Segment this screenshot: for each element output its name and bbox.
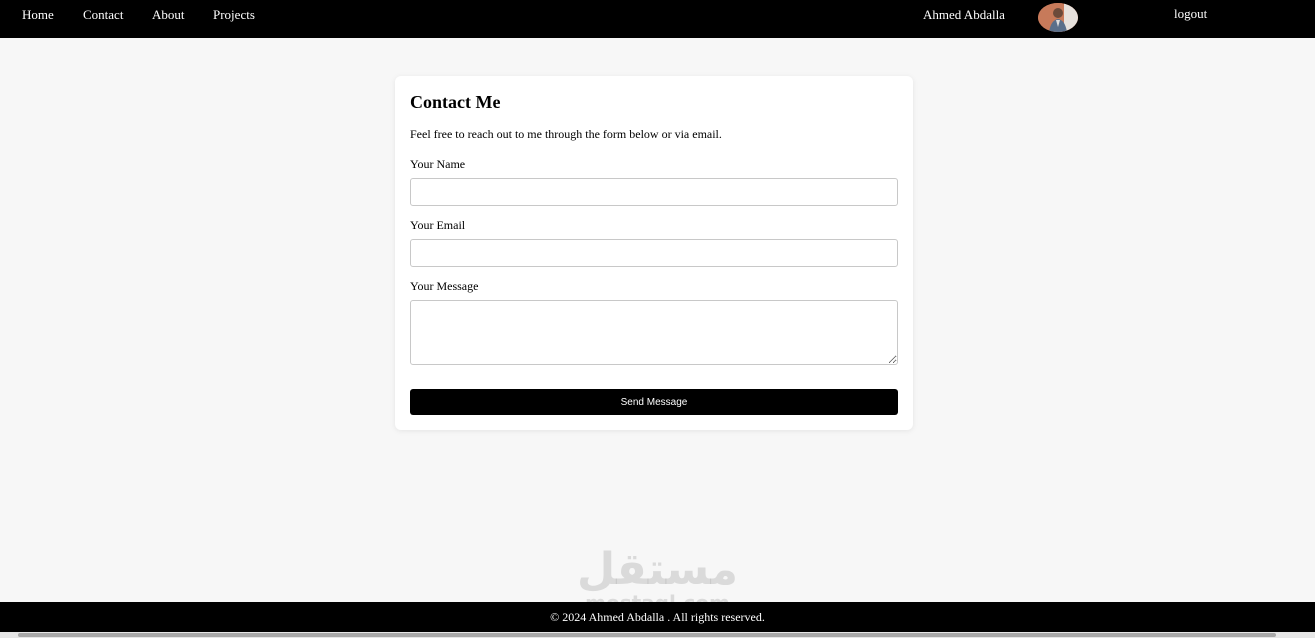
nav-link-about[interactable]: About [152,8,185,22]
message-field[interactable] [410,300,898,365]
top-navbar: Home Contact About Projects Ahmed Abdall… [0,0,1315,38]
user-avatar-icon [1038,3,1078,32]
message-label: Your Message [410,279,479,293]
footer: © 2024 Ahmed Abdalla . All rights reserv… [0,602,1315,632]
email-field[interactable] [410,239,898,267]
horizontal-scrollbar[interactable] [0,632,1315,638]
nav-link-contact[interactable]: Contact [83,8,123,22]
name-label: Your Name [410,157,466,171]
email-label: Your Email [410,218,466,232]
logout-link[interactable]: logout [1174,7,1207,21]
footer-copyright: © 2024 Ahmed Abdalla . All rights reserv… [550,610,765,624]
nav-link-projects[interactable]: Projects [213,8,255,22]
contact-card: Contact Me Feel free to reach out to me … [395,76,913,430]
avatar[interactable] [1038,3,1078,32]
page-title: Contact Me [410,92,501,112]
send-message-button[interactable]: Send Message [410,389,898,415]
watermark-arabic: مستقل [577,544,738,595]
user-name: Ahmed Abdalla [923,7,1005,22]
scrollbar-thumb[interactable] [18,633,1276,637]
nav-link-home[interactable]: Home [22,8,54,22]
name-field[interactable] [410,178,898,206]
contact-description: Feel free to reach out to me through the… [410,127,722,141]
